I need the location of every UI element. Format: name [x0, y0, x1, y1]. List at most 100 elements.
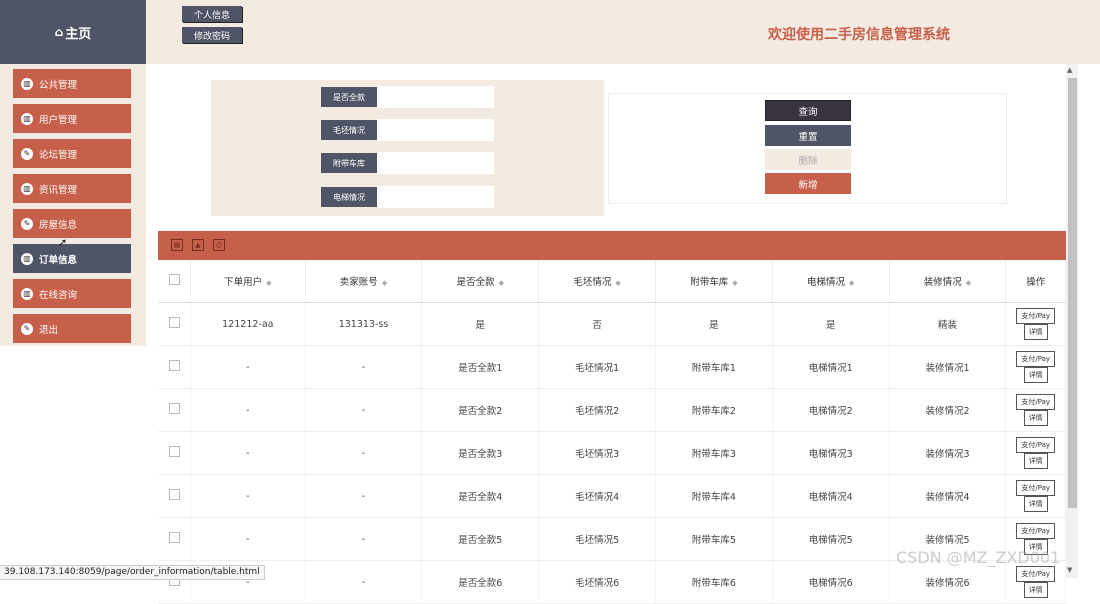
detail-button[interactable]: 详情 — [1023, 367, 1048, 383]
table-cell: 附带车库3 — [655, 431, 773, 475]
table-cell: - — [190, 388, 306, 432]
row-checkbox[interactable] — [158, 345, 192, 389]
query-button[interactable]: 查询 — [765, 100, 851, 121]
pay-button[interactable]: 支付/Pay — [1016, 394, 1056, 410]
row-actions: 支付/Pay详情 — [1005, 431, 1066, 475]
sidebar-item-forum[interactable]: ✎ 论坛管理 — [13, 139, 131, 168]
row-checkbox[interactable] — [158, 388, 192, 432]
column-header[interactable]: 是否全款 ◆ — [421, 260, 540, 303]
elevator-input[interactable] — [377, 186, 494, 208]
pay-button[interactable]: 支付/Pay — [1016, 480, 1056, 496]
chart-icon: ▥ — [21, 287, 33, 300]
table-cell: 附带车库1 — [655, 345, 773, 389]
add-button[interactable]: 新增 — [765, 173, 851, 194]
row-checkbox[interactable] — [158, 517, 192, 561]
edit-icon: ✎ — [21, 322, 33, 335]
column-header[interactable]: 毛坯情况 ◆ — [538, 260, 656, 303]
sidebar-item-housing[interactable]: ✎ 房屋信息 — [13, 209, 131, 238]
sort-icon: ◆ — [732, 279, 738, 287]
column-header[interactable]: 附带车库 ◆ — [655, 260, 773, 303]
sidebar-item-label: 房屋信息 — [39, 219, 78, 231]
home-icon: ⌂ — [54, 25, 64, 39]
table-cell: 是否全款4 — [421, 474, 540, 518]
scroll-down-icon: ▼ — [1067, 566, 1073, 574]
delete-button[interactable]: 删除 — [765, 149, 851, 170]
rough-condition-input[interactable] — [377, 119, 494, 141]
column-header[interactable]: 电梯情况 ◆ — [772, 260, 890, 303]
table-cell: 电梯情况5 — [772, 517, 890, 561]
row-actions: 支付/Pay详情 — [1005, 474, 1066, 518]
row-checkbox[interactable] — [158, 474, 192, 518]
pay-button[interactable]: 支付/Pay — [1016, 351, 1056, 367]
table-cell: 电梯情况4 — [772, 474, 890, 518]
chart-icon: ▥ — [21, 77, 33, 90]
search-panel: 是否全款 毛坯情况 附带车库 电梯情况 — [211, 80, 604, 216]
table-cell: 装修情况2 — [889, 388, 1007, 432]
detail-button[interactable]: 详情 — [1023, 410, 1048, 426]
table-cell: 附带车库4 — [655, 474, 773, 518]
sort-icon: ◆ — [498, 279, 504, 287]
column-header[interactable]: 下单用户 ◆ — [190, 260, 306, 303]
paid-in-full-label: 是否全款 — [321, 87, 377, 107]
row-checkbox[interactable] — [158, 302, 192, 346]
sidebar-item-public[interactable]: ▥ 公共管理 — [13, 69, 131, 98]
table-cell: 是 — [772, 302, 890, 346]
table-cell: - — [305, 560, 423, 604]
table-row: 121212-aa 131313-ss 是否是是精装 支付/Pay详情 — [158, 302, 1066, 346]
pay-button[interactable]: 支付/Pay — [1016, 566, 1056, 582]
garage-label: 附带车库 — [321, 153, 377, 173]
column-header[interactable]: 装修情况 ◆ — [889, 260, 1007, 303]
home-link[interactable]: ⌂ 主页 — [0, 0, 146, 64]
edit-icon: ✎ — [21, 147, 33, 160]
sidebar-item-users[interactable]: ▥ 用户管理 — [13, 104, 131, 133]
table-cell: 毛坯情况2 — [538, 388, 656, 432]
pay-button[interactable]: 支付/Pay — [1016, 437, 1056, 453]
columns-icon[interactable]: ▦ — [171, 239, 183, 251]
scroll-up-icon: ▲ — [1067, 66, 1073, 74]
table-cell: - — [305, 517, 423, 561]
garage-input[interactable] — [377, 152, 494, 174]
reset-button[interactable]: 重置 — [765, 125, 851, 146]
column-header[interactable]: 卖家账号 ◆ — [305, 260, 423, 303]
table-cell: 附带车库6 — [655, 560, 773, 604]
elevator-label: 电梯情况 — [321, 187, 377, 207]
sidebar-item-news[interactable]: ▥ 资讯管理 — [13, 174, 131, 203]
ops-column-header: 操作 — [1005, 260, 1066, 303]
sidebar-item-logout[interactable]: ✎ 退出 — [13, 314, 131, 343]
profile-button[interactable]: 个人信息 — [182, 6, 242, 22]
table-cell: - — [190, 474, 306, 518]
edit-icon: ✎ — [21, 217, 33, 230]
pay-button[interactable]: 支付/Pay — [1016, 308, 1056, 324]
detail-button[interactable]: 详情 — [1023, 582, 1048, 598]
table-cell: 121212-aa — [190, 302, 306, 346]
sort-icon: ◆ — [381, 279, 388, 287]
table-cell: 是否全款2 — [421, 388, 540, 432]
vertical-scrollbar[interactable]: ▲ ▼ — [1066, 64, 1078, 578]
row-actions: 支付/Pay详情 — [1005, 388, 1066, 432]
detail-button[interactable]: 详情 — [1023, 453, 1048, 469]
detail-button[interactable]: 详情 — [1023, 324, 1048, 340]
sidebar-item-orders[interactable]: ▥ 订单信息 — [13, 244, 131, 273]
row-actions: 支付/Pay详情 — [1005, 345, 1066, 389]
scroll-thumb[interactable] — [1068, 78, 1077, 508]
change-password-button[interactable]: 修改密码 — [182, 27, 242, 43]
table-row: - - 是否全款2 毛坯情况2 附带车库2 电梯情况2 装修情况2 支付/Pay详情 — [158, 388, 1066, 432]
sidebar-item-consult[interactable]: ▥ 在线咨询 — [13, 279, 131, 308]
table-row: - - 是否全款1 毛坯情况1 附带车库1 电梯情况1 装修情况1 支付/Pay详情 — [158, 345, 1066, 389]
table-cell: 精装 — [889, 302, 1007, 346]
detail-button[interactable]: 详情 — [1023, 496, 1048, 512]
table-cell: - — [190, 345, 306, 389]
table-cell: 是 — [421, 302, 540, 346]
row-checkbox[interactable] — [158, 431, 192, 475]
table-cell: 装修情况3 — [889, 431, 1007, 475]
table-row: - - 是否全款3 毛坯情况3 附带车库3 电梯情况3 装修情况3 支付/Pay详情 — [158, 431, 1066, 475]
print-icon[interactable]: ⎙ — [213, 239, 225, 251]
sort-icon: ◆ — [965, 279, 972, 287]
select-all-checkbox[interactable] — [158, 260, 192, 303]
pay-button[interactable]: 支付/Pay — [1016, 523, 1056, 539]
rough-condition-label: 毛坯情况 — [321, 120, 377, 140]
export-icon[interactable]: ▲ — [192, 239, 204, 251]
table-cell: 装修情况1 — [889, 345, 1007, 389]
paid-in-full-input[interactable] — [377, 86, 494, 108]
table-cell: 是否全款6 — [421, 560, 540, 604]
